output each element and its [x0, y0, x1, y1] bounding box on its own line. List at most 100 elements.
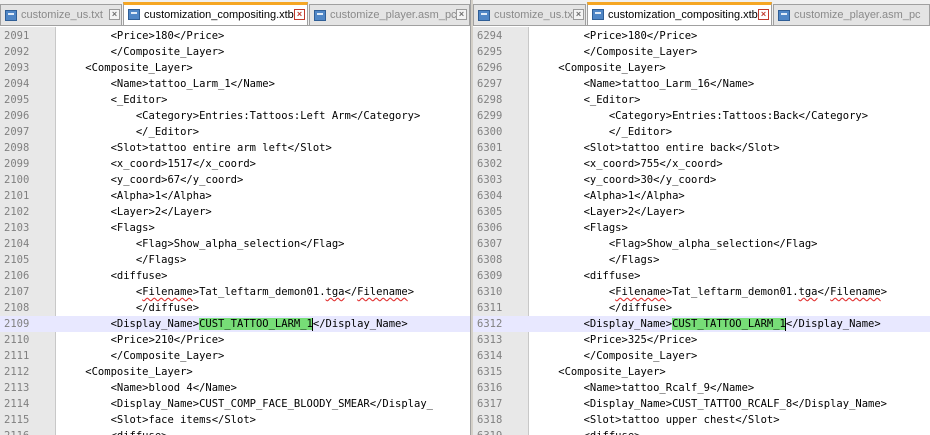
code-line[interactable]: 6297 <Name>tattoo_Larm_16</Name>	[473, 76, 930, 92]
code-line[interactable]: 6313 <Price>325</Price>	[473, 332, 930, 348]
tab-customize-us[interactable]: customize_us.txt ×	[473, 4, 586, 25]
tab-customization-compositing[interactable]: customization_compositing.xtbl ×	[123, 2, 308, 25]
code-line[interactable]: 2115 <Slot>face items</Slot>	[0, 412, 470, 428]
code-text[interactable]: <Price>180</Price>	[533, 28, 698, 44]
code-line[interactable]: 6315 <Composite_Layer>	[473, 364, 930, 380]
code-text[interactable]: </_Editor>	[533, 124, 672, 140]
close-icon[interactable]: ×	[573, 9, 584, 20]
code-text[interactable]: <x_coord>755</x_coord>	[533, 156, 723, 172]
code-text[interactable]: <Composite_Layer>	[533, 60, 665, 76]
code-text[interactable]: <Price>210</Price>	[60, 332, 225, 348]
code-text[interactable]: <Name>tattoo_Larm_1</Name>	[60, 76, 275, 92]
code-text[interactable]: </diffuse>	[533, 300, 672, 316]
code-text[interactable]: <Filename>Tat_leftarm_demon01.tga</Filen…	[60, 284, 414, 300]
code-line[interactable]: 6295 </Composite_Layer>	[473, 44, 930, 60]
code-line[interactable]: 2102 <Layer>2</Layer>	[0, 204, 470, 220]
code-text[interactable]: <Composite_Layer>	[533, 364, 665, 380]
code-line[interactable]: 2092 </Composite_Layer>	[0, 44, 470, 60]
code-text[interactable]: <diffuse>	[533, 268, 641, 284]
code-line[interactable]: 6318 <Slot>tattoo upper chest</Slot>	[473, 412, 930, 428]
code-text[interactable]: <Category>Entries:Tattoos:Left Arm</Cate…	[60, 108, 420, 124]
code-line[interactable]: 2103 <Flags>	[0, 220, 470, 236]
code-text[interactable]: </Flags>	[533, 252, 660, 268]
code-line[interactable]: 6309 <diffuse>	[473, 268, 930, 284]
code-line[interactable]: 2110 <Price>210</Price>	[0, 332, 470, 348]
code-text[interactable]: <Layer>2</Layer>	[60, 204, 212, 220]
code-line[interactable]: 2095 <_Editor>	[0, 92, 470, 108]
code-text[interactable]: <y_coord>67</y_coord>	[60, 172, 244, 188]
close-icon[interactable]: ×	[109, 9, 120, 20]
tab-customize-us[interactable]: customize_us.txt ×	[0, 4, 122, 25]
close-icon[interactable]: ×	[758, 9, 769, 20]
code-area[interactable]: 2091 <Price>180</Price> 2092 </Composite_…	[0, 28, 470, 435]
code-text[interactable]: <Flag>Show_alpha_selection</Flag>	[60, 236, 345, 252]
code-line[interactable]: 6304 <Alpha>1</Alpha>	[473, 188, 930, 204]
code-line[interactable]: 2100 <y_coord>67</y_coord>	[0, 172, 470, 188]
code-text[interactable]: </Composite_Layer>	[60, 44, 225, 60]
code-text[interactable]: <Name>blood 4</Name>	[60, 380, 237, 396]
code-text[interactable]: <Flags>	[533, 220, 628, 236]
code-line[interactable]: 6317 <Display_Name>CUST_TATTOO_RCALF_8</…	[473, 396, 930, 412]
code-line[interactable]: 6310 <Filename>Tat_leftarm_demon01.tga</…	[473, 284, 930, 300]
code-text[interactable]: <diffuse>	[533, 428, 641, 435]
code-text[interactable]: </_Editor>	[60, 124, 199, 140]
code-text[interactable]: <Name>tattoo_Larm_16</Name>	[533, 76, 755, 92]
code-text[interactable]: <diffuse>	[60, 428, 168, 435]
code-text[interactable]: <Display_Name>CUST_TATTOO_LARM_1</Displa…	[533, 316, 881, 332]
code-text[interactable]: <Name>tattoo_Rcalf_9</Name>	[533, 380, 755, 396]
code-line[interactable]: 6303 <y_coord>30</y_coord>	[473, 172, 930, 188]
tab-customize-player[interactable]: customize_player.asm_pc ×	[309, 4, 470, 25]
code-line[interactable]: 6296 <Composite_Layer>	[473, 60, 930, 76]
code-line[interactable]: 6307 <Flag>Show_alpha_selection</Flag>	[473, 236, 930, 252]
code-text[interactable]: <Flag>Show_alpha_selection</Flag>	[533, 236, 818, 252]
code-text[interactable]: <Composite_Layer>	[60, 60, 192, 76]
code-line[interactable]: 2093 <Composite_Layer>	[0, 60, 470, 76]
code-line[interactable]: 2107 <Filename>Tat_leftarm_demon01.tga</…	[0, 284, 470, 300]
code-text[interactable]: <Display_Name>CUST_COMP_FACE_BLOODY_SMEA…	[60, 396, 433, 412]
code-line[interactable]: 2116 <diffuse>	[0, 428, 470, 435]
code-line[interactable]: 2106 <diffuse>	[0, 268, 470, 284]
close-icon[interactable]: ×	[456, 9, 467, 20]
code-line[interactable]: 6316 <Name>tattoo_Rcalf_9</Name>	[473, 380, 930, 396]
code-text[interactable]: <Price>180</Price>	[60, 28, 225, 44]
code-line[interactable]: 2111 </Composite_Layer>	[0, 348, 470, 364]
code-line[interactable]: 6301 <Slot>tattoo entire back</Slot>	[473, 140, 930, 156]
code-text[interactable]: <diffuse>	[60, 268, 168, 284]
code-text[interactable]: <Display_Name>CUST_TATTOO_LARM_1</Displa…	[60, 316, 408, 332]
code-text[interactable]: <_Editor>	[60, 92, 168, 108]
code-text[interactable]: <Alpha>1</Alpha>	[533, 188, 685, 204]
code-line[interactable]: 2113 <Name>blood 4</Name>	[0, 380, 470, 396]
code-line[interactable]: 2104 <Flag>Show_alpha_selection</Flag>	[0, 236, 470, 252]
code-line[interactable]: 6314 </Composite_Layer>	[473, 348, 930, 364]
left-editor-pane[interactable]: customize_us.txt × customization_composi…	[0, 0, 470, 435]
code-text[interactable]: </Composite_Layer>	[60, 348, 225, 364]
code-text[interactable]: <_Editor>	[533, 92, 641, 108]
code-text[interactable]: <x_coord>1517</x_coord>	[60, 156, 256, 172]
code-line[interactable]: 6299 <Category>Entries:Tattoos:Back</Cat…	[473, 108, 930, 124]
right-editor-pane[interactable]: customize_us.txt × customization_composi…	[473, 0, 930, 435]
code-line[interactable]: 6311 </diffuse>	[473, 300, 930, 316]
code-text[interactable]: </Flags>	[60, 252, 187, 268]
tab-customize-player[interactable]: customize_player.asm_pc	[773, 4, 930, 25]
code-line[interactable]: 6305 <Layer>2</Layer>	[473, 204, 930, 220]
code-text[interactable]: <Slot>tattoo upper chest</Slot>	[533, 412, 780, 428]
code-line[interactable]: 2099 <x_coord>1517</x_coord>	[0, 156, 470, 172]
code-line[interactable]: 2097 </_Editor>	[0, 124, 470, 140]
code-text[interactable]: <y_coord>30</y_coord>	[533, 172, 717, 188]
code-line[interactable]: 2109 <Display_Name>CUST_TATTOO_LARM_1</D…	[0, 316, 470, 332]
code-text[interactable]: <Composite_Layer>	[60, 364, 192, 380]
code-line[interactable]: 2112 <Composite_Layer>	[0, 364, 470, 380]
code-text[interactable]: <Filename>Tat_leftarm_demon01.tga</Filen…	[533, 284, 887, 300]
code-line[interactable]: 6298 <_Editor>	[473, 92, 930, 108]
code-line[interactable]: 2094 <Name>tattoo_Larm_1</Name>	[0, 76, 470, 92]
code-line[interactable]: 6302 <x_coord>755</x_coord>	[473, 156, 930, 172]
code-text[interactable]: <Slot>tattoo entire arm left</Slot>	[60, 140, 332, 156]
code-line[interactable]: 2114 <Display_Name>CUST_COMP_FACE_BLOODY…	[0, 396, 470, 412]
code-line[interactable]: 2096 <Category>Entries:Tattoos:Left Arm<…	[0, 108, 470, 124]
close-icon[interactable]: ×	[294, 9, 305, 20]
code-text[interactable]: <Slot>face items</Slot>	[60, 412, 256, 428]
code-line[interactable]: 2105 </Flags>	[0, 252, 470, 268]
code-line[interactable]: 2098 <Slot>tattoo entire arm left</Slot>	[0, 140, 470, 156]
code-line[interactable]: 2101 <Alpha>1</Alpha>	[0, 188, 470, 204]
code-line[interactable]: 6312 <Display_Name>CUST_TATTOO_LARM_1</D…	[473, 316, 930, 332]
